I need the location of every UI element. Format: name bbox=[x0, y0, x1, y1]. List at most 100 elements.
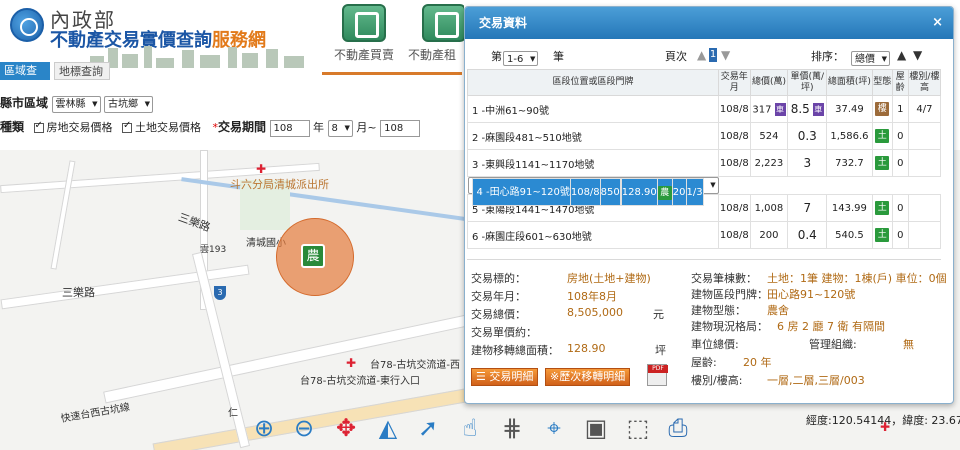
map-label-road: 三樂路 bbox=[62, 286, 95, 299]
range-select[interactable]: 1-6 bbox=[503, 51, 539, 67]
sort-select[interactable]: 總價 bbox=[851, 51, 890, 67]
cell-floor bbox=[907, 221, 942, 249]
region-label: 縣市區域 bbox=[0, 96, 49, 110]
tab-region-query[interactable]: 區域查詢 bbox=[0, 62, 50, 95]
hospital-pin-icon: ✚ bbox=[346, 356, 357, 370]
month-unit: 月~ bbox=[356, 121, 377, 134]
detail-item: 建物區段門牌： 田心路91~120號 bbox=[691, 288, 856, 301]
sort-desc-icon[interactable]: ▼ bbox=[913, 48, 922, 62]
farm-type-icon: 農 bbox=[657, 185, 672, 200]
transfer-history-button[interactable]: ※歷次移轉明細 bbox=[545, 368, 631, 386]
transaction-detail-button[interactable]: ☰ 交易明細 bbox=[471, 368, 539, 386]
year-unit: 年 bbox=[313, 121, 325, 134]
detail-item: 建物型態： 農舍 bbox=[691, 304, 789, 317]
cell-area: 143.99 bbox=[826, 194, 873, 222]
detail-item: 屋齡: 20 年 bbox=[691, 356, 772, 369]
cell-date: 108/8 bbox=[569, 178, 601, 206]
dotted-frame-icon[interactable]: ⬚ bbox=[622, 412, 654, 444]
detail-right: 交易筆棟數： 土地：1筆 建物：1棟(戶) 車位：0個 建物區段門牌： 田心路91~… bbox=[691, 260, 947, 400]
map-river bbox=[181, 177, 479, 223]
col-header[interactable]: 屋齡 bbox=[891, 69, 909, 96]
police-pin-icon: ✚ bbox=[256, 162, 267, 176]
frame-icon[interactable]: ▣ bbox=[580, 412, 612, 444]
region-row: 縣市區域 雲林縣 古坑鄉 bbox=[0, 94, 154, 116]
nav-active-underline bbox=[322, 72, 462, 75]
type-label: 種類 bbox=[0, 120, 25, 134]
land-type-icon: 土 bbox=[875, 228, 890, 242]
house-price-label: 房地交易價格 bbox=[46, 121, 113, 134]
house-price-checkbox[interactable] bbox=[33, 120, 44, 133]
sort-label: 排序： bbox=[811, 50, 844, 63]
transaction-table: 區段位置或區段門牌 交易年月 總價(萬) 單價(萬/坪) 總面積(坪) 型態 屋… bbox=[466, 69, 942, 249]
locate-pin-icon[interactable]: ⌖ bbox=[538, 412, 570, 444]
select-arrow-icon[interactable]: ➚ bbox=[412, 412, 444, 444]
table-row-selected[interactable]: 4 -田心路91~120號 108/8 850 128.90 農 20 1/3 bbox=[467, 177, 719, 206]
detail-item: 車位總價: 管理組織: 無 bbox=[691, 338, 914, 351]
table-row[interactable]: 3 -東興段1141~1170地號 108/8 2,223 3 732.7 土 … bbox=[466, 149, 942, 177]
cell-floor bbox=[907, 122, 942, 150]
cell-address: 1 -中洲61~90號 bbox=[466, 95, 720, 123]
ministry-emblem-icon bbox=[10, 8, 44, 42]
map-label-char: 仁 bbox=[228, 408, 238, 419]
page-next-icon[interactable]: ▼ bbox=[721, 48, 730, 62]
col-header[interactable]: 型態 bbox=[871, 69, 893, 96]
col-header[interactable]: 單價(萬/坪) bbox=[787, 69, 828, 96]
detail-item: 交易標的： 房地(土地+建物) bbox=[471, 272, 651, 285]
pan-icon[interactable]: ✥ bbox=[330, 412, 362, 444]
zoom-out-icon[interactable]: ⊖ bbox=[288, 412, 320, 444]
cell-age: 0 bbox=[891, 194, 909, 222]
cell-unit: 8.5 車 bbox=[787, 95, 828, 123]
zoom-in-icon[interactable]: ⊕ bbox=[248, 412, 280, 444]
detail-item: 建物移轉總面積： 128.90 坪 bbox=[471, 342, 666, 357]
map-label-interchange-west: 台78-古坑交流道-西 bbox=[370, 360, 460, 371]
cell-area: 128.90 bbox=[620, 178, 658, 206]
page-number[interactable]: 1 bbox=[709, 48, 717, 62]
cell-address: 6 -麻園庄段601~630地號 bbox=[466, 221, 720, 249]
cell-type: 土 bbox=[871, 149, 893, 177]
farm-house-marker-icon[interactable]: 農 bbox=[301, 244, 325, 268]
site-logo[interactable]: 內政部 不動產交易實價查詢服務網 bbox=[6, 2, 276, 51]
sort-asc-icon[interactable]: ▲ bbox=[897, 48, 906, 62]
cell-total: 200 bbox=[749, 221, 789, 249]
page-prev-icon[interactable]: ▲ bbox=[697, 48, 706, 62]
grid-icon[interactable]: ⋕ bbox=[496, 412, 528, 444]
cell-date: 108/8 bbox=[718, 194, 751, 222]
col-header[interactable]: 交易年月 bbox=[718, 69, 751, 96]
land-price-label: 土地交易價格 bbox=[135, 121, 202, 134]
col-header[interactable]: 總價(萬) bbox=[749, 69, 789, 96]
col-header[interactable]: 總面積(坪) bbox=[826, 69, 873, 96]
cell-area: 732.7 bbox=[826, 149, 873, 177]
cell-total: 317 車 bbox=[749, 95, 789, 123]
period-label: 交易期間 bbox=[218, 120, 267, 134]
transaction-detail: 交易標的： 房地(土地+建物) 交易年月： 108年8月 交易總價： 8,505,00… bbox=[467, 259, 947, 400]
cell-address: 2 -麻園段481~510地號 bbox=[466, 122, 720, 150]
identify-icon[interactable]: ☝ bbox=[454, 412, 486, 444]
print-icon[interactable]: ⎙ bbox=[662, 412, 694, 444]
cell-age: 0 bbox=[891, 149, 909, 177]
range-prefix: 第 bbox=[491, 50, 502, 63]
cell-floor: 1/3 bbox=[685, 178, 704, 206]
cell-area: 540.5 bbox=[826, 221, 873, 249]
close-icon[interactable]: × bbox=[932, 7, 943, 39]
map-label-police: 斗六分局清城派出所 bbox=[230, 178, 329, 191]
table-row[interactable]: 1 -中洲61~90號 108/8 317 車 8.5 車 37.49 樓 1 4/… bbox=[466, 95, 942, 123]
county-select[interactable]: 雲林縣 bbox=[51, 95, 101, 113]
nav-label: 不動產買賣 bbox=[333, 48, 394, 62]
measure-area-icon[interactable]: ◭ bbox=[372, 412, 404, 444]
year-to-input[interactable]: 108 bbox=[380, 119, 421, 137]
year-from-input[interactable]: 108 bbox=[269, 119, 310, 137]
land-price-checkbox[interactable] bbox=[122, 120, 133, 133]
table-row[interactable]: 2 -麻園段481~510地號 108/8 524 0.3 1,586.6 土 … bbox=[466, 122, 942, 150]
month-from-select[interactable]: 8 bbox=[327, 119, 353, 137]
pdf-print-icon[interactable] bbox=[647, 364, 668, 386]
tab-landmark-query[interactable]: 地標查詢 bbox=[54, 62, 110, 80]
table-row[interactable]: 6 -麻園庄段601~630地號 108/8 200 0.4 540.5 土 0 bbox=[466, 221, 942, 249]
district-select[interactable]: 古坑鄉 bbox=[104, 95, 154, 113]
cell-type: 土 bbox=[871, 122, 893, 150]
col-header[interactable]: 區段位置或區段門牌 bbox=[466, 69, 720, 96]
land-type-icon: 土 bbox=[875, 201, 890, 215]
col-header[interactable]: 樓別/樓高 bbox=[907, 69, 942, 96]
cell-date: 108/8 bbox=[718, 122, 751, 150]
nav-real-estate-sale[interactable]: 不動產買賣 bbox=[320, 4, 408, 70]
nav-real-estate-rent[interactable]: 不動產租 bbox=[408, 4, 464, 70]
